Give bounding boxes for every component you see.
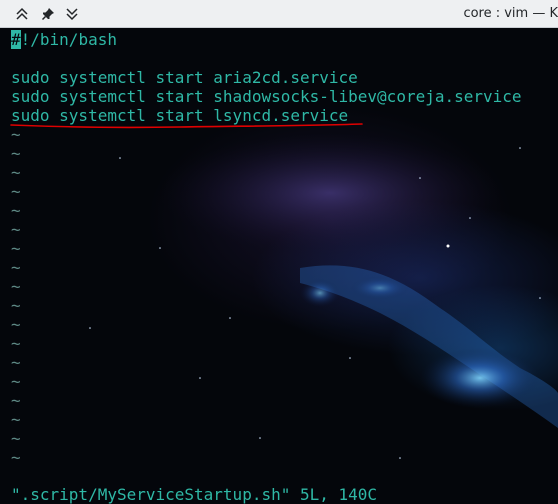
window-title: core : vim — K <box>463 6 558 21</box>
empty-line-marker: ~ <box>11 448 21 467</box>
status-line: ".script/MyServiceStartup.sh" 5L, 140C <box>11 485 378 504</box>
pin-button[interactable] <box>38 4 58 24</box>
empty-line-marker: ~ <box>11 258 21 277</box>
empty-line-marker: ~ <box>11 277 21 296</box>
empty-line-marker: ~ <box>11 391 21 410</box>
empty-line-marker: ~ <box>11 182 21 201</box>
empty-line-marker: ~ <box>11 220 21 239</box>
double-chevron-up-icon <box>15 7 29 21</box>
empty-line-marker: ~ <box>11 239 21 258</box>
double-chevron-down-icon <box>65 7 79 21</box>
empty-line-marker: ~ <box>11 163 21 182</box>
window-titlebar: core : vim — K <box>0 0 558 28</box>
pin-icon <box>41 7 55 21</box>
red-annotation-underline <box>10 123 363 129</box>
empty-line-marker: ~ <box>11 372 21 391</box>
terminal-area[interactable]: #!/bin/bash sudo systemctl start aria2cd… <box>0 28 558 504</box>
empty-line-marker: ~ <box>11 125 21 144</box>
empty-line-marker: ~ <box>11 353 21 372</box>
empty-line-marker: ~ <box>11 410 21 429</box>
shade-button[interactable] <box>62 4 82 24</box>
keep-above-button[interactable] <box>12 4 32 24</box>
empty-line-marker: ~ <box>11 144 21 163</box>
empty-line-marker: ~ <box>11 201 21 220</box>
empty-line-marker: ~ <box>11 429 21 448</box>
empty-line-marker: ~ <box>11 315 21 334</box>
empty-line-marker: ~ <box>11 334 21 353</box>
empty-line-marker: ~ <box>11 296 21 315</box>
